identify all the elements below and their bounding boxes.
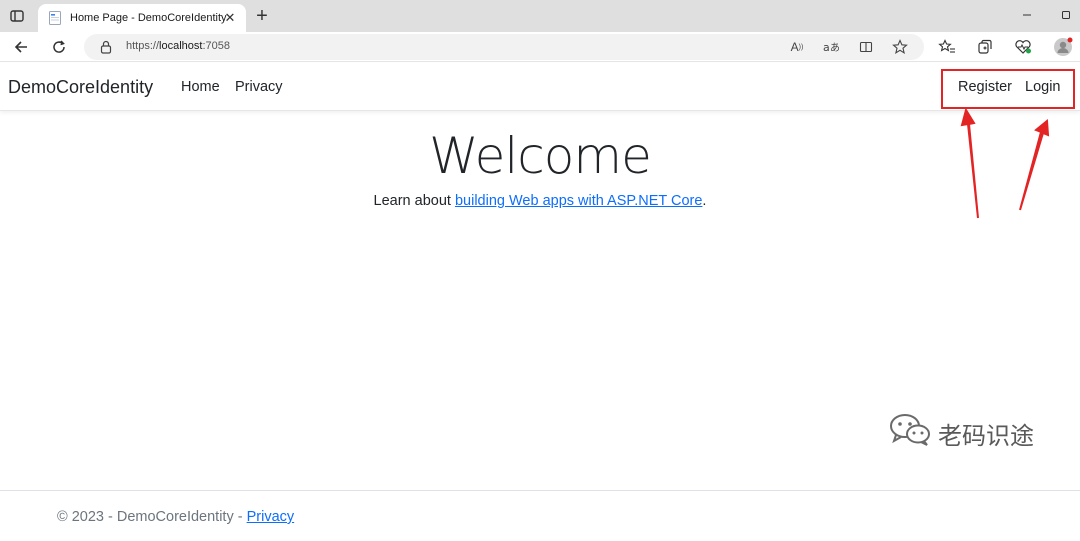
watermark: 老码识途 <box>888 412 1068 450</box>
browser-toolbar: https://localhost:7058 A)) aあ <box>0 32 1080 62</box>
favorites-list-icon <box>938 39 955 53</box>
translate-icon[interactable]: aあ <box>822 38 840 56</box>
refresh-button[interactable] <box>48 36 70 58</box>
svg-text:a: a <box>823 41 830 54</box>
refresh-icon <box>53 40 65 53</box>
address-url: https://localhost:7058 <box>126 40 230 52</box>
brand-link[interactable]: DemoCoreIdentity <box>8 77 153 98</box>
wechat-logo-icon <box>890 414 930 446</box>
page-favicon-icon <box>49 11 61 25</box>
read-aloud-icon[interactable]: A)) <box>788 38 806 56</box>
aspnet-docs-link[interactable]: building Web apps with ASP.NET Core <box>455 193 702 209</box>
site-footer: © 2023 - DemoCoreIdentity - Privacy <box>0 490 1080 541</box>
profile-button[interactable] <box>1052 36 1074 58</box>
tab-close-icon[interactable]: ✕ <box>222 10 238 26</box>
url-scheme: https:// <box>126 40 160 52</box>
learn-paragraph: Learn about building Web apps with ASP.N… <box>0 193 1080 209</box>
address-bar[interactable]: https://localhost:7058 A)) aあ <box>84 34 924 60</box>
browser-essentials-button[interactable] <box>1012 36 1034 58</box>
reading-view-icon[interactable] <box>857 38 875 56</box>
svg-text:あ: あ <box>830 42 839 54</box>
url-host: localhost <box>159 40 203 52</box>
watermark-text: 老码识途 <box>938 422 1034 450</box>
nav-home-link[interactable]: Home <box>181 79 220 95</box>
maximize-button[interactable] <box>1055 4 1077 26</box>
footer-text: © 2023 - DemoCoreIdentity - Privacy <box>57 509 294 525</box>
learn-prefix: Learn about <box>373 193 455 209</box>
tab-actions-icon <box>10 10 24 22</box>
browser-window: Home Page - DemoCoreIdentity ✕ + https:/… <box>0 0 1080 541</box>
heart-pulse-icon <box>1015 40 1031 54</box>
minimize-icon <box>1023 14 1031 16</box>
welcome-heading: Welcome <box>429 127 652 185</box>
tab-actions-button[interactable] <box>6 5 28 27</box>
footer-privacy-link[interactable]: Privacy <box>247 509 295 525</box>
translate-glyph-icon: aあ <box>823 41 839 54</box>
footer-copyright: © 2023 - DemoCoreIdentity - <box>57 509 247 525</box>
minimize-button[interactable] <box>1016 4 1038 26</box>
star-icon <box>892 39 908 54</box>
url-port: :7058 <box>202 40 230 52</box>
tab-title: Home Page - DemoCoreIdentity <box>70 12 227 24</box>
collections-icon <box>978 39 992 54</box>
login-link[interactable]: Login <box>1025 79 1060 95</box>
avatar-icon <box>1054 37 1073 56</box>
maximize-icon <box>1062 11 1070 19</box>
back-arrow-icon <box>14 41 27 53</box>
collections-button[interactable] <box>974 36 996 58</box>
tab-home-page[interactable]: Home Page - DemoCoreIdentity ✕ <box>38 4 246 32</box>
new-tab-button[interactable]: + <box>252 6 272 26</box>
back-button[interactable] <box>10 36 32 58</box>
lock-icon <box>100 40 112 54</box>
web-page: DemoCoreIdentity Home Privacy Register L… <box>0 63 1080 541</box>
learn-suffix: . <box>702 193 707 209</box>
favorite-star-button[interactable] <box>891 38 909 56</box>
site-navbar: DemoCoreIdentity Home Privacy Register L… <box>0 63 1080 111</box>
nav-privacy-link[interactable]: Privacy <box>235 79 283 95</box>
tab-strip: Home Page - DemoCoreIdentity ✕ + <box>0 0 1080 32</box>
book-icon <box>859 41 873 53</box>
register-link[interactable]: Register <box>958 79 1012 95</box>
favorites-button[interactable] <box>936 36 958 58</box>
